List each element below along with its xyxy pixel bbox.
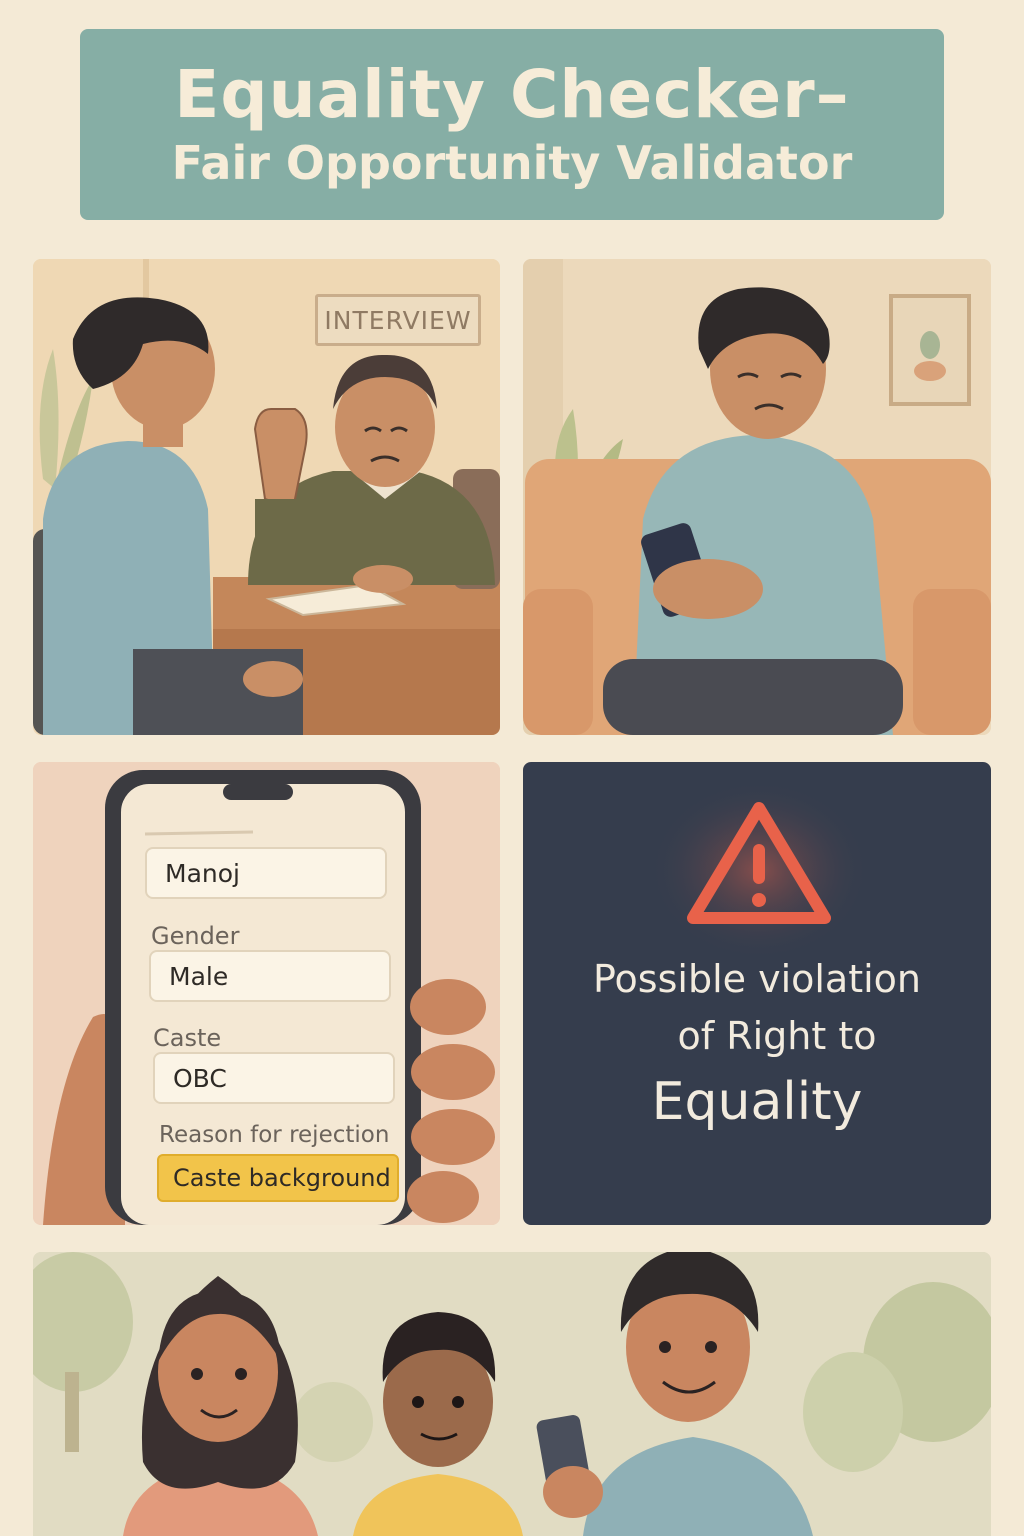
alert-line-3: Equality xyxy=(651,1072,863,1132)
panel-sad-man-scene xyxy=(523,259,991,735)
gender-label: Gender xyxy=(151,922,240,950)
page-subtitle: Fair Opportunity Validator xyxy=(171,135,853,190)
alert-line-1: Possible violation xyxy=(592,957,922,1001)
alert-line-2: of Right to xyxy=(677,1014,877,1058)
page-title: Equality Checker– xyxy=(174,56,850,134)
sad-man-illustration xyxy=(523,259,991,735)
gender-field[interactable]: Male xyxy=(149,950,391,1002)
panel-violation-alert: Possible violation of Right to Equality xyxy=(523,762,991,1225)
caste-label: Caste xyxy=(153,1024,222,1052)
friends-illustration xyxy=(33,1252,991,1536)
reason-label: Reason for rejection xyxy=(159,1122,390,1148)
name-field[interactable]: Manoj xyxy=(145,847,387,899)
title-banner: Equality Checker– Fair Opportunity Valid… xyxy=(80,29,944,220)
caste-field[interactable]: OBC xyxy=(153,1052,395,1104)
panel-phone-form: Manoj Gender Male Caste OBC Reason for r… xyxy=(33,762,500,1225)
panel-friends-scene xyxy=(33,1252,991,1536)
reason-highlight: Caste background xyxy=(157,1154,399,1202)
panel-interview-scene: INTERVIEW xyxy=(33,259,500,735)
interview-sign: INTERVIEW xyxy=(315,294,481,346)
